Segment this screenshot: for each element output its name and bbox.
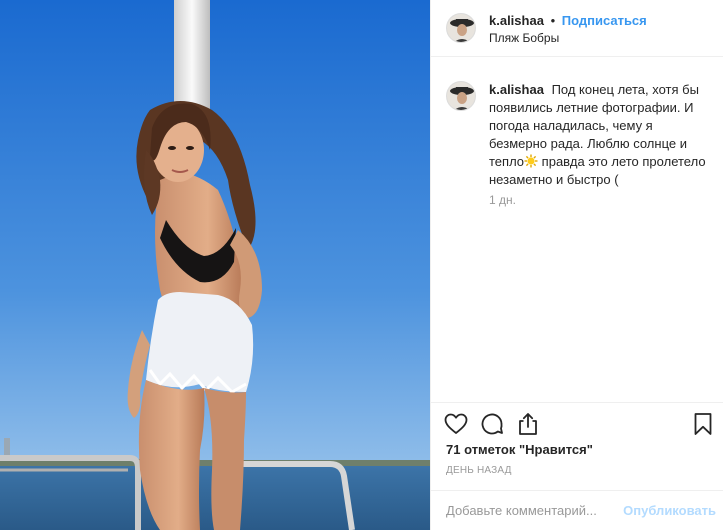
add-comment-bar: Опубликовать bbox=[431, 490, 723, 530]
avatar-image bbox=[447, 14, 475, 42]
avatar[interactable] bbox=[446, 13, 476, 43]
action-bar bbox=[431, 402, 723, 442]
username-link[interactable]: k.alishaa bbox=[489, 13, 544, 28]
comment-button[interactable] bbox=[479, 411, 505, 437]
heart-icon bbox=[444, 413, 468, 434]
save-button[interactable] bbox=[690, 411, 716, 437]
post-date[interactable]: ДЕНЬ НАЗАД bbox=[446, 465, 512, 476]
separator-dot: • bbox=[550, 13, 556, 28]
sun-emoji-icon bbox=[524, 154, 538, 168]
caption-avatar[interactable] bbox=[446, 81, 476, 111]
post-photo[interactable] bbox=[0, 0, 430, 530]
follow-button[interactable]: Подписаться bbox=[562, 13, 647, 28]
bookmark-icon bbox=[694, 413, 712, 435]
location-link[interactable]: Пляж Бобры bbox=[489, 31, 559, 45]
share-icon bbox=[519, 413, 537, 435]
comment-icon bbox=[481, 413, 503, 435]
avatar-image bbox=[447, 82, 475, 110]
caption-time: 1 дн. bbox=[489, 193, 516, 207]
comments-section: k.alishaa Под конец лета, хотя бы появил… bbox=[431, 57, 723, 402]
instagram-post: k.alishaa • Подписаться Пляж Бобры k.ali… bbox=[0, 0, 723, 530]
share-button[interactable] bbox=[515, 411, 541, 437]
post-details-panel: k.alishaa • Подписаться Пляж Бобры k.ali… bbox=[430, 0, 723, 530]
header-user-line: k.alishaa • Подписаться bbox=[489, 13, 647, 28]
caption-username-link[interactable]: k.alishaa bbox=[489, 82, 544, 97]
comment-input[interactable] bbox=[446, 503, 631, 518]
post-header: k.alishaa • Подписаться Пляж Бобры bbox=[431, 0, 723, 57]
like-button[interactable] bbox=[443, 411, 469, 437]
photo-illustration bbox=[0, 0, 430, 530]
publish-button[interactable]: Опубликовать bbox=[623, 503, 716, 518]
post-caption: k.alishaa Под конец лета, хотя бы появил… bbox=[489, 81, 709, 189]
likes-count[interactable]: 71 отметок "Нравится" bbox=[446, 442, 593, 457]
